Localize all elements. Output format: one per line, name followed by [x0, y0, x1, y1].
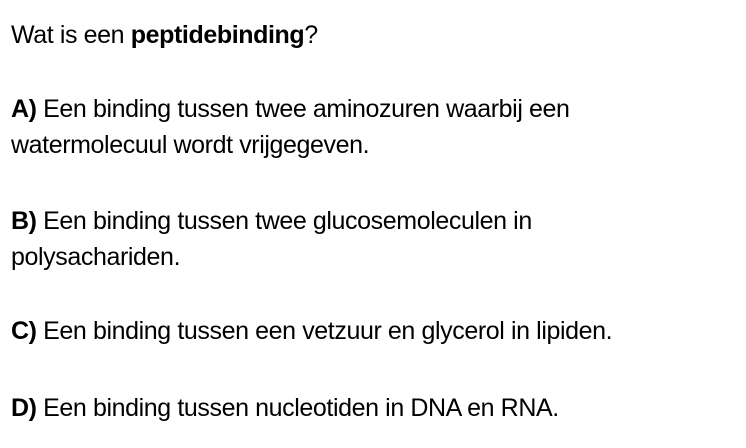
answer-option-c: C) Een binding tussen een vetzuur en gly… — [11, 313, 741, 349]
answer-option-c-letter: C) — [11, 317, 37, 345]
answer-option-b-text-2: polysachariden. — [11, 243, 181, 271]
quiz-slide: Wat is een peptidebinding? A) Een bindin… — [11, 0, 741, 448]
answer-option-a-text-1: Een binding tussen twee aminozuren waarb… — [36, 95, 570, 123]
question-prefix: Wat is een — [11, 21, 131, 49]
question-term: peptidebinding — [130, 21, 305, 49]
answer-option-d-letter: D) — [11, 394, 37, 422]
answer-option-c-line-1: C) Een binding tussen een vetzuur en gly… — [11, 313, 741, 349]
question-suffix: ? — [304, 21, 318, 49]
answer-option-b-letter: B) — [11, 207, 37, 235]
answer-option-b: B) Een binding tussen twee glucosemolecu… — [11, 203, 741, 275]
answer-option-c-text-1: Een binding tussen een vetzuur en glycer… — [36, 317, 613, 345]
answer-option-d: D) Een binding tussen nucleotiden in DNA… — [11, 390, 741, 426]
answer-option-a-text-2: watermolecuul wordt vrijgegeven. — [11, 131, 370, 159]
answer-option-a-line-1: A) Een binding tussen twee aminozuren wa… — [11, 91, 741, 127]
question-text: Wat is een peptidebinding? — [11, 18, 318, 52]
answer-option-b-text-1: Een binding tussen twee glucosemoleculen… — [36, 207, 532, 235]
answer-option-d-text-1: Een binding tussen nucleotiden in DNA en… — [36, 394, 559, 422]
answer-option-a-letter: A) — [11, 95, 37, 123]
answer-option-b-line-1: B) Een binding tussen twee glucosemolecu… — [11, 203, 741, 239]
answer-option-d-line-1: D) Een binding tussen nucleotiden in DNA… — [11, 390, 741, 426]
answer-option-a: A) Een binding tussen twee aminozuren wa… — [11, 91, 741, 163]
